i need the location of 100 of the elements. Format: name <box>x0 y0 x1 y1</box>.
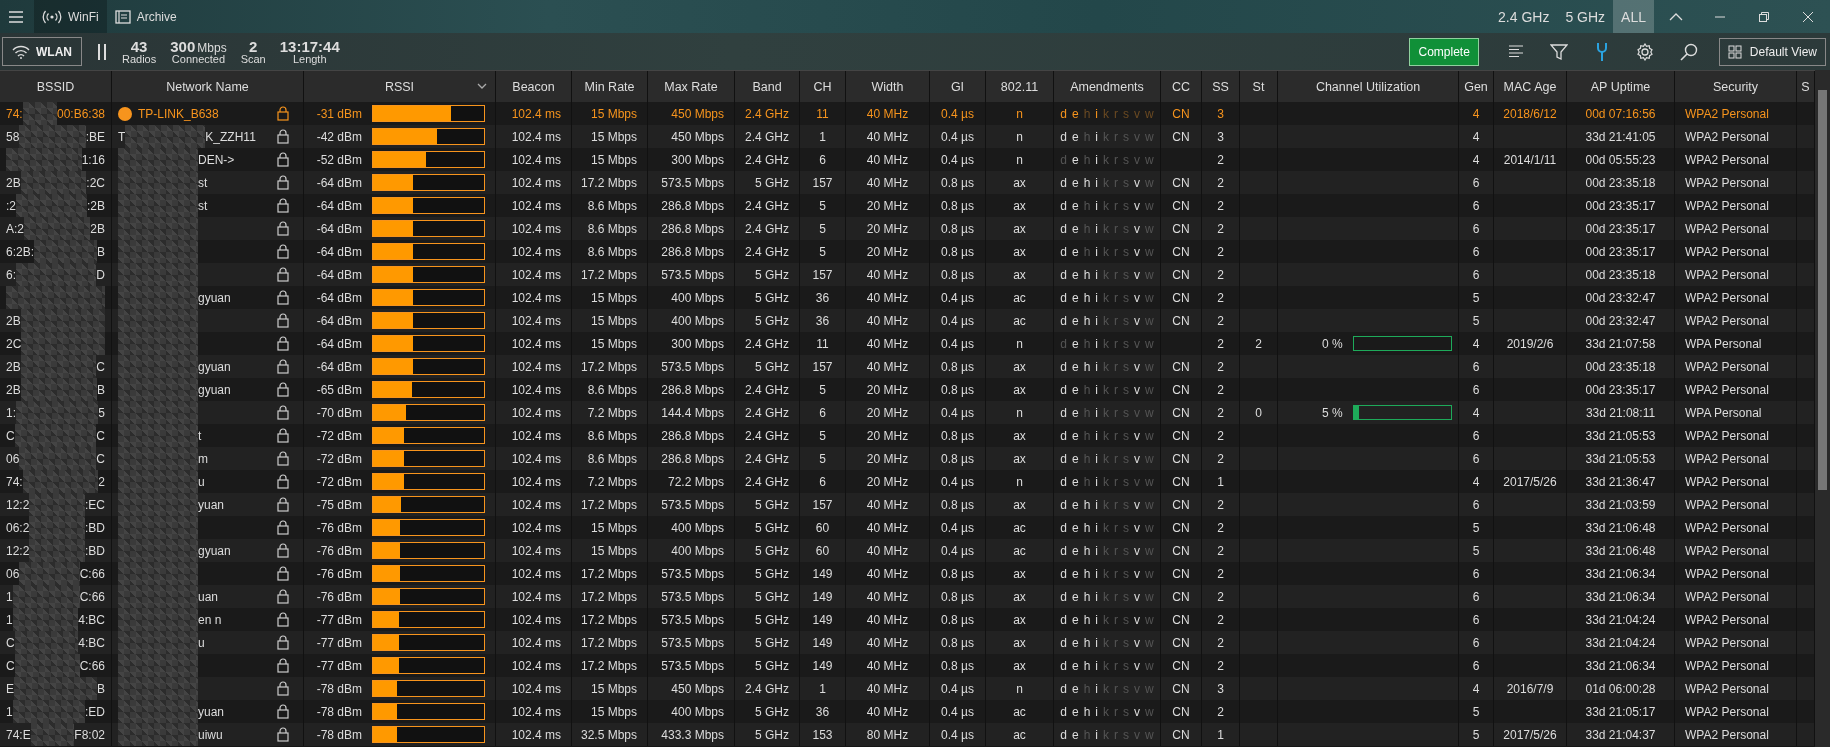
generation-cell: 4 <box>1472 336 1480 351</box>
rate-cell: 15 Mbps <box>590 290 637 305</box>
rssi-cell-text: -64 dBm <box>315 290 362 305</box>
wifi-icon <box>12 44 30 59</box>
amendment-letter: r <box>1114 428 1119 443</box>
security-cell: WPA2 Personal <box>1685 290 1769 305</box>
standard-cell: ax <box>1013 198 1026 213</box>
amendment-letter: r <box>1114 474 1119 489</box>
guard-interval-cell: 0.4 µs <box>941 290 974 305</box>
standard-cell: n <box>1016 152 1023 167</box>
lock-icon <box>277 244 289 259</box>
table-row[interactable]: 74: 00:B6:38 TP-LINK_B638 -31 dBm 102.4 ms 15 Mbps 450 Mbps 2.4 GHz 11 40 MHz 0.4 µs n d e h i k r s v w CN 3 4 2018/6/12 00d 07:16:56 WPA2 Personal <box>0 102 1815 125</box>
width-cell: 20 MHz <box>866 474 909 489</box>
country-cell: CN <box>1172 543 1190 558</box>
wlan-button[interactable]: WLAN <box>2 37 82 66</box>
beacon-cell: 102.4 ms <box>511 175 561 190</box>
channel-cell: 157 <box>812 267 833 282</box>
guard-interval-cell: 0.4 µs <box>941 474 974 489</box>
streams-cell: 2 <box>1217 589 1224 604</box>
band-filter-tab[interactable]: 2.4 GHz <box>1490 0 1558 33</box>
scrollbar-thumb[interactable] <box>1818 90 1827 490</box>
streams-cell: 2 <box>1217 405 1224 420</box>
standard-cell: n <box>1016 106 1023 121</box>
width-cell: 40 MHz <box>866 520 909 535</box>
band-cell: 5 GHz <box>755 290 789 305</box>
stat-label: Connected <box>171 53 226 65</box>
menu-icon[interactable] <box>8 9 24 24</box>
scrollbar[interactable] <box>1815 70 1830 747</box>
beacon-cell: 102.4 ms <box>511 566 561 581</box>
beacon-cell: 102.4 ms <box>511 428 561 443</box>
uptime-cell: 00d 23:35:17 <box>1585 221 1656 236</box>
band-filter-tab[interactable]: ALL <box>1613 0 1654 33</box>
list-icon[interactable] <box>1507 43 1524 60</box>
generation-cell: 6 <box>1472 267 1480 282</box>
status-button[interactable]: Complete <box>1409 37 1479 66</box>
amendment-letter: v <box>1134 290 1141 305</box>
mac-age-cell: 2017/5/26 <box>1503 474 1557 489</box>
streams-cell: 3 <box>1217 129 1224 144</box>
amendment-letter: i <box>1095 635 1099 650</box>
amendment-letter: s <box>1123 106 1130 121</box>
amendment-letter: h <box>1083 313 1091 328</box>
lock-icon <box>277 405 289 420</box>
app-tab[interactable]: WinFi <box>34 0 107 33</box>
streams-cell: 2 <box>1217 175 1224 190</box>
amendment-letter: e <box>1072 474 1079 489</box>
uptime-cell: 00d 23:32:47 <box>1585 290 1656 305</box>
lock-icon <box>277 497 289 512</box>
generation-cell: 5 <box>1472 704 1480 719</box>
pause-icon[interactable] <box>96 42 108 61</box>
uptime-cell: 00d 23:32:47 <box>1585 313 1656 328</box>
channel-cell: 5 <box>819 244 826 259</box>
rssi-cell-text: -77 dBm <box>315 635 362 650</box>
width-cell: 40 MHz <box>866 543 909 558</box>
amendment-letter: e <box>1072 336 1079 351</box>
channel-cell: 153 <box>812 727 833 742</box>
filter-icon[interactable] <box>1549 42 1568 61</box>
security-cell: WPA2 Personal <box>1685 566 1769 581</box>
guard-interval-cell: 0.8 µs <box>941 428 974 443</box>
band-filter-tab[interactable]: 5 GHz <box>1557 0 1614 33</box>
search-icon[interactable] <box>1679 42 1698 61</box>
streams-cell: 2 <box>1217 566 1224 581</box>
amendment-letter: d <box>1060 635 1067 650</box>
channel-cell: 36 <box>815 290 830 305</box>
bssid-cell: B <box>97 681 105 696</box>
beacon-cell: 102.4 ms <box>511 612 561 627</box>
stations-cell: 0 <box>1255 405 1262 420</box>
rssi-cell-text: -64 dBm <box>315 221 362 236</box>
streams-cell: 2 <box>1217 290 1224 305</box>
amendment-letter: h <box>1083 175 1091 190</box>
view-button[interactable]: Default View <box>1718 37 1826 66</box>
uptime-cell: 33d 21:06:34 <box>1585 566 1656 581</box>
country-cell: CN <box>1172 290 1190 305</box>
amendment-letter: e <box>1072 267 1079 282</box>
band-cell: 2.4 GHz <box>745 428 789 443</box>
uptime-cell: 33d 21:05:17 <box>1585 704 1656 719</box>
rssi-cell-text: -72 dBm <box>315 428 362 443</box>
app-tab[interactable]: Archive <box>106 0 185 33</box>
lock-icon <box>277 635 289 650</box>
amendment-letter: w <box>1145 566 1154 581</box>
amendment-letter: i <box>1095 221 1099 236</box>
standard-cell: ax <box>1013 428 1026 443</box>
rate-cell: 15 Mbps <box>590 704 637 719</box>
security-cell: WPA2 Personal <box>1685 658 1769 673</box>
settings-icon[interactable] <box>1635 42 1654 61</box>
rssi-cell-text: -77 dBm <box>315 612 362 627</box>
bssid-cell: :2C <box>86 175 105 190</box>
band-cell: 5 GHz <box>755 727 789 742</box>
amendment-letter: w <box>1145 474 1154 489</box>
amendment-letter: r <box>1114 290 1119 305</box>
network-name-cell: uiwu <box>198 727 223 742</box>
amendment-letter: h <box>1083 359 1091 374</box>
rssi-cell-text: -76 dBm <box>315 520 362 535</box>
rssi-cell-text: -76 dBm <box>315 566 362 581</box>
guard-interval-cell: 0.4 µs <box>941 405 974 420</box>
band-cell: 5 GHz <box>755 566 789 581</box>
amendment-letter: d <box>1060 129 1067 144</box>
uptime-cell: 33d 21:06:34 <box>1585 658 1656 673</box>
amendment-letter: v <box>1134 359 1141 374</box>
uptime-cell: 33d 21:05:53 <box>1585 428 1656 443</box>
amendment-letter: d <box>1060 681 1067 696</box>
